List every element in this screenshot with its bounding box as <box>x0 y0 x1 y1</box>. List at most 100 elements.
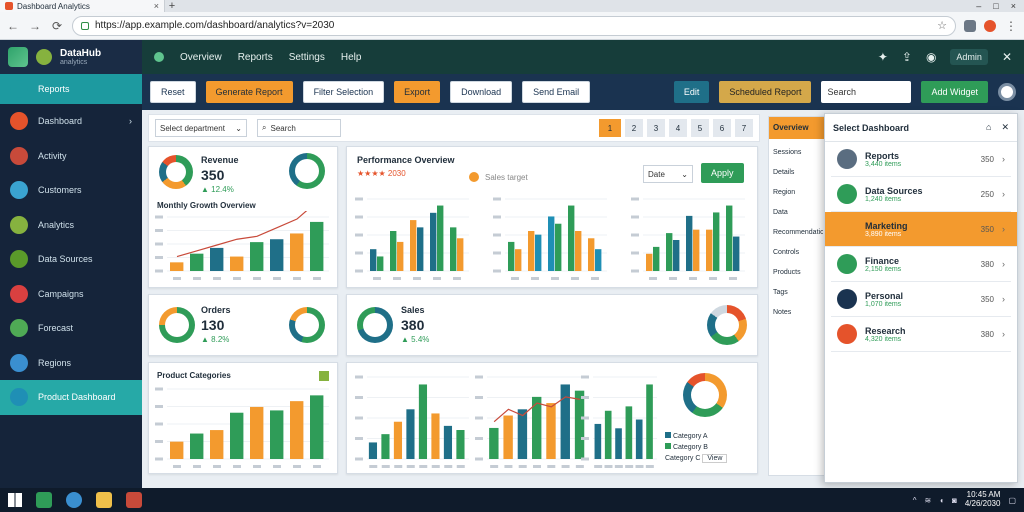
bookmark-star-icon[interactable]: ☆ <box>937 19 947 32</box>
toolbar-search-input[interactable]: Search <box>821 81 912 103</box>
overview-panel-item[interactable]: Details <box>773 163 823 183</box>
send-email-button[interactable]: Send Email <box>522 81 591 103</box>
filter-selection-button[interactable]: Filter Selection <box>302 81 385 103</box>
sales-card[interactable]: Sales 380 ▲ 5.4% <box>346 294 758 356</box>
notifications-icon[interactable]: ◙ <box>952 496 957 505</box>
view-toggle-1[interactable]: 1 <box>599 119 621 137</box>
minimize-button[interactable]: – <box>976 1 981 11</box>
spreadsheet-app-icon[interactable] <box>36 492 52 508</box>
reset-button[interactable]: Reset <box>150 81 196 103</box>
url-field[interactable]: https://app.example.com/dashboard/analyt… <box>72 15 956 36</box>
date-select[interactable]: Date ⌄ <box>643 165 693 183</box>
x-tick-label <box>614 465 623 468</box>
view-toggle-6[interactable]: 6 <box>713 119 731 137</box>
overview-panel-item[interactable]: Notes <box>773 303 823 323</box>
forward-button[interactable]: → <box>28 19 42 33</box>
start-menu-icon[interactable] <box>8 493 22 507</box>
window-close-button[interactable]: × <box>1011 1 1016 11</box>
dashboard-option[interactable]: Personal 1,070 items 350 › <box>831 282 1011 317</box>
x-tick-label <box>645 465 654 468</box>
back-button[interactable]: ← <box>6 19 20 33</box>
apply-button[interactable]: Apply <box>701 163 744 183</box>
add-widget-button[interactable]: Add Widget <box>921 81 988 103</box>
profile-icon[interactable] <box>984 19 996 32</box>
edit-button[interactable]: Edit <box>673 81 710 103</box>
filter-search-input[interactable]: ⌕ Search <box>257 119 341 137</box>
overview-panel-item[interactable]: Sessions <box>773 143 823 163</box>
sidebar-item-product-dashboard[interactable]: Product Dashboard <box>0 380 142 415</box>
view-toggle-5[interactable]: 5 <box>691 119 709 137</box>
dashboard-option[interactable]: Reports 3,440 items 350 › <box>831 142 1011 177</box>
menu-settings[interactable]: Settings <box>289 52 325 63</box>
maximize-button[interactable]: □ <box>993 1 998 11</box>
pin-icon[interactable]: ✦ <box>878 50 888 64</box>
department-select[interactable]: Select department ⌄ <box>155 119 247 137</box>
overview-panel-item[interactable]: Tags <box>773 283 823 303</box>
chevron-up-icon[interactable]: ^ <box>913 496 917 505</box>
expand-icon[interactable] <box>319 371 329 381</box>
x-tick-label <box>547 465 556 468</box>
browser-app-icon[interactable] <box>66 492 82 508</box>
reload-button[interactable]: ⟳ <box>50 19 64 33</box>
sidebar-item-forecast[interactable]: Forecast <box>0 311 142 346</box>
brand[interactable]: DataHub analytics <box>0 40 142 74</box>
export-button[interactable]: Export <box>394 81 441 103</box>
scheduled-report-button[interactable]: Scheduled Report <box>719 81 812 103</box>
bar <box>457 238 464 271</box>
dashboard-option[interactable]: Finance 2,150 items 380 › <box>831 247 1011 282</box>
y-tick-label <box>493 215 501 219</box>
sidebar-item-customers[interactable]: Customers <box>0 173 142 208</box>
bar <box>170 262 184 271</box>
bar <box>604 410 612 459</box>
network-icon[interactable]: ≋ <box>924 496 931 505</box>
presentation-app-icon[interactable] <box>126 492 142 508</box>
upload-icon[interactable]: ⇪ <box>902 50 912 64</box>
browser-tab[interactable]: Dashboard Analytics × <box>0 0 165 12</box>
generate-report-button[interactable]: Generate Report <box>205 81 293 103</box>
close-icon[interactable]: ✕ <box>1001 122 1009 133</box>
sidebar-item-regions[interactable]: Regions <box>0 346 142 381</box>
overview-panel-item[interactable]: Controls <box>773 243 823 263</box>
sidebar-item-dashboard[interactable]: Dashboard › <box>0 104 142 139</box>
view-toggle-3[interactable]: 3 <box>647 119 665 137</box>
overview-panel-item[interactable]: Data <box>773 203 823 223</box>
orders-card[interactable]: Orders 130 ▲ 8.2% <box>148 294 338 356</box>
overview-panel-item[interactable]: Recommendations <box>773 223 823 243</box>
sidebar-item-label: Dashboard <box>38 116 83 127</box>
sidebar-item-analytics[interactable]: Analytics <box>0 208 142 243</box>
dashboard-option[interactable]: Marketing 3,890 items 350 › <box>825 212 1017 247</box>
close-icon[interactable]: ✕ <box>1002 50 1012 64</box>
lock-icon[interactable]: ⌂ <box>986 122 991 133</box>
sidebar-item-reports[interactable]: Reports <box>0 74 142 104</box>
x-tick-label <box>649 277 657 280</box>
dashboard-option-meta: 3,440 items <box>865 160 902 168</box>
bell-icon[interactable]: ◉ <box>926 50 936 64</box>
view-toggle-4[interactable]: 4 <box>669 119 687 137</box>
clock[interactable]: 10:45 AM 4/26/2030 <box>965 490 1001 509</box>
volume-icon[interactable]: ◖ <box>939 496 944 505</box>
user-menu[interactable]: Admin <box>950 49 988 65</box>
view-button[interactable]: View <box>702 454 728 463</box>
new-tab-button[interactable]: + <box>165 0 179 12</box>
download-button[interactable]: Download <box>450 81 513 103</box>
action-center-icon[interactable]: ▢ <box>1008 496 1016 505</box>
dashboard-option[interactable]: Research 4,320 items 380 › <box>831 317 1011 352</box>
sidebar-item-activity[interactable]: Activity <box>0 139 142 174</box>
dashboard-option-name: Data Sources <box>865 185 923 196</box>
menu-help[interactable]: Help <box>341 52 362 63</box>
file-explorer-icon[interactable] <box>96 492 112 508</box>
sidebar-item-campaigns[interactable]: Campaigns <box>0 277 142 312</box>
avatar[interactable] <box>998 83 1016 101</box>
revenue-card[interactable]: Revenue 350 ▲ 12.4% Monthly Growth Overv… <box>148 146 338 288</box>
menu-overview[interactable]: Overview <box>180 52 222 63</box>
extension-icon[interactable] <box>964 19 976 32</box>
overview-panel-item[interactable]: Region <box>773 183 823 203</box>
view-toggle-7[interactable]: 7 <box>735 119 753 137</box>
menu-reports[interactable]: Reports <box>238 52 273 63</box>
browser-menu-icon[interactable]: ⋮ <box>1004 19 1018 33</box>
overview-panel-item[interactable]: Products <box>773 263 823 283</box>
close-tab-icon[interactable]: × <box>154 1 159 11</box>
dashboard-option[interactable]: Data Sources 1,240 items 250 › <box>831 177 1011 212</box>
sidebar-item-data-sources[interactable]: Data Sources <box>0 242 142 277</box>
view-toggle-2[interactable]: 2 <box>625 119 643 137</box>
